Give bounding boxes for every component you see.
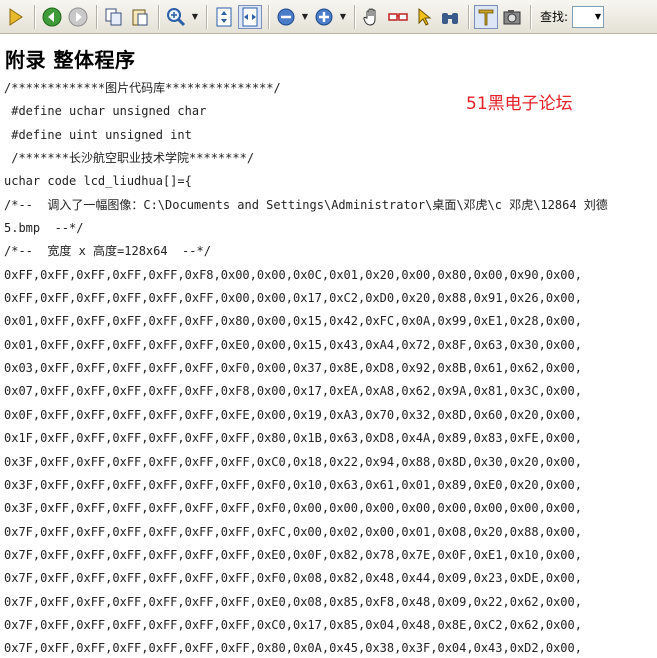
find-input[interactable]: ▼ [572,5,605,28]
toolbar-separator [468,4,470,29]
zoom-out-button[interactable] [274,5,298,29]
zoom-in-dropdown[interactable]: ▼ [338,5,348,29]
snapshot-button[interactable] [500,5,524,29]
copy-icon [105,8,122,25]
code-line: 0x3F,0xFF,0xFF,0xFF,0xFF,0xFF,0xFF,0xF0,… [4,501,582,516]
code-line: /*-- 调入了一幅图像：C:\Documents and Settings\A… [4,197,608,212]
paste-icon [132,9,148,25]
snapshot-camera-icon [503,9,521,24]
code-line: 0x7F,0xFF,0xFF,0xFF,0xFF,0xFF,0xFF,0xF0,… [4,571,582,586]
code-line: /*******长沙航空职业技术学院********/ [4,151,255,166]
zoom-dropdown[interactable]: ▼ [190,5,200,29]
toolbar-separator [96,4,98,29]
zoom-in-icon [167,7,186,26]
code-line: 0x7F,0xFF,0xFF,0xFF,0xFF,0xFF,0xFF,0xE0,… [4,547,582,562]
select-arrow-icon [418,7,432,26]
code-line: 0x3F,0xFF,0xFF,0xFF,0xFF,0xFF,0xFF,0xF0,… [4,477,582,492]
find-label: 查找: [540,10,569,24]
glasses-button[interactable] [386,5,410,29]
zoom-in-circle-button[interactable] [312,5,336,29]
code-line: 0x1F,0xFF,0xFF,0xFF,0xFF,0xFF,0xFF,0x80,… [4,431,582,446]
code-line: #define uchar unsigned char [4,104,207,119]
code-line: 0x7F,0xFF,0xFF,0xFF,0xFF,0xFF,0xFF,0xC0,… [4,617,582,632]
zoom-in-circle-icon [315,8,333,25]
toolbar-separator [34,4,36,29]
toolbar-separator [268,4,270,29]
code-line: #define uint unsigned int [4,127,192,142]
zoom-out-circle-icon [277,8,295,25]
fit-width-icon [242,7,258,26]
text-select-icon [478,9,494,25]
zoom-in-button[interactable] [164,5,188,29]
glasses-icon [388,12,408,21]
toolbar-separator [354,4,356,29]
page-title: 附录 整体程序 [5,48,136,72]
chevron-down-icon: ▼ [594,12,602,21]
code-line: /*************图片代码库***************/ [4,81,281,95]
back-button[interactable] [40,5,64,29]
fit-page-button[interactable] [212,5,236,29]
hand-tool-icon [363,8,376,26]
code-block: /*************图片代码库***************/ #def… [4,77,608,658]
code-line: 0x0F,0xFF,0xFF,0xFF,0xFF,0xFF,0xFE,0x00,… [4,407,582,422]
code-line: 0x7F,0xFF,0xFF,0xFF,0xFF,0xFF,0xFF,0xE0,… [4,594,582,609]
play-icon [9,7,23,26]
text-select-button[interactable] [474,4,498,29]
copy-button[interactable] [102,5,126,29]
code-line: /*-- 宽度 x 高度=128x64 --*/ [4,244,211,259]
binoculars-icon [442,12,458,24]
code-line: 5.bmp --*/ [4,221,84,236]
toolbar-separator [158,4,160,29]
select-arrow-button[interactable] [412,5,436,29]
code-line: 0x07,0xFF,0xFF,0xFF,0xFF,0xFF,0xF8,0x00,… [4,384,582,399]
code-line: 0xFF,0xFF,0xFF,0xFF,0xFF,0xFF,0x00,0x00,… [4,291,582,306]
code-line: 0x01,0xFF,0xFF,0xFF,0xFF,0xFF,0x80,0x00,… [4,314,582,329]
fit-width-button[interactable] [238,4,262,29]
toolbar-separator [530,4,532,29]
zoom-out-dropdown[interactable]: ▼ [300,5,310,29]
document-page: 附录 整体程序 51黑电子论坛 /*************图片代码库*****… [0,34,657,658]
code-line: 0x7F,0xFF,0xFF,0xFF,0xFF,0xFF,0xFF,0x80,… [4,641,582,656]
toolbar: ▼ ▼ ▼ 查找: ▼ [0,0,657,34]
code-line: 0x03,0xFF,0xFF,0xFF,0xFF,0xFF,0xF0,0x00,… [4,361,582,376]
back-icon [42,7,62,26]
code-line: uchar code lcd_liudhua[]={ [4,174,192,189]
binoculars-button[interactable] [438,5,462,29]
code-line: 0xFF,0xFF,0xFF,0xFF,0xFF,0xF8,0x00,0x00,… [4,267,582,282]
hand-tool-button[interactable] [360,5,384,29]
code-line: 0x01,0xFF,0xFF,0xFF,0xFF,0xFF,0xE0,0x00,… [4,337,582,352]
toolbar-separator [206,4,208,29]
forward-icon [68,7,88,26]
forward-button[interactable] [66,5,90,29]
play-button[interactable] [4,5,28,29]
paste-button[interactable] [128,5,152,29]
code-line: 0x7F,0xFF,0xFF,0xFF,0xFF,0xFF,0xFF,0xFC,… [4,524,582,539]
code-line: 0x3F,0xFF,0xFF,0xFF,0xFF,0xFF,0xFF,0xC0,… [4,454,582,469]
fit-page-icon [216,7,232,26]
